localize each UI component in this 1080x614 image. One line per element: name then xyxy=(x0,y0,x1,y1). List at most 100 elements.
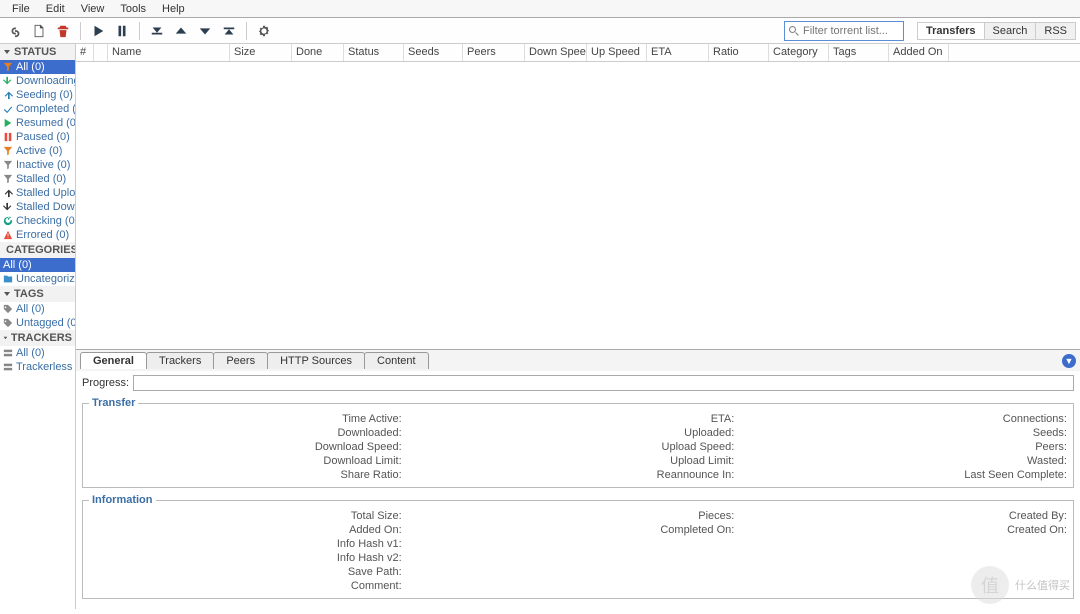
info-field-5-0: Comment: xyxy=(89,580,402,592)
sb-status-2[interactable]: Seeding (0) xyxy=(0,88,75,102)
transfer-field-3-2: Wasted: xyxy=(754,455,1067,467)
menu-view[interactable]: View xyxy=(73,1,113,17)
info-field-2-1 xyxy=(422,538,735,550)
content: #NameSizeDoneStatusSeedsPeersDown SpeedU… xyxy=(76,44,1080,609)
sb-status-6[interactable]: Active (0) xyxy=(0,144,75,158)
sb-categories-1[interactable]: Uncategorized (0) xyxy=(0,272,75,286)
detail-tab-http[interactable]: HTTP Sources xyxy=(267,352,365,369)
tab-rss[interactable]: RSS xyxy=(1035,22,1076,40)
transfer-field-0-0: Time Active: xyxy=(89,413,402,425)
col-7[interactable]: Peers xyxy=(463,44,525,61)
toolbar: Transfers Search RSS xyxy=(0,18,1080,44)
transfer-field-1-1: Uploaded: xyxy=(422,427,735,439)
transfer-field-3-1: Upload Limit: xyxy=(422,455,735,467)
sb-status-11[interactable]: Checking (0) xyxy=(0,214,75,228)
col-11[interactable]: Ratio xyxy=(709,44,769,61)
tab-transfers[interactable]: Transfers xyxy=(917,22,985,40)
detail-body: Progress: Transfer Time Active:ETA:Conne… xyxy=(76,371,1080,609)
detail-collapse-icon[interactable]: ▼ xyxy=(1062,354,1076,368)
top-priority-button[interactable] xyxy=(146,20,168,42)
info-field-0-1: Pieces: xyxy=(422,510,735,522)
sidebar: STATUSAll (0)Downloading (0)Seeding (0)C… xyxy=(0,44,76,609)
col-0[interactable]: # xyxy=(76,44,94,61)
sb-head-categories[interactable]: CATEGORIES xyxy=(0,242,75,258)
info-field-5-1 xyxy=(422,580,735,592)
sb-status-8[interactable]: Stalled (0) xyxy=(0,172,75,186)
transfer-field-4-0: Share Ratio: xyxy=(89,469,402,481)
col-4[interactable]: Done xyxy=(292,44,344,61)
filter-input[interactable] xyxy=(803,25,893,37)
info-field-0-2: Created By: xyxy=(754,510,1067,522)
transfer-field-4-2: Last Seen Complete: xyxy=(754,469,1067,481)
add-link-button[interactable] xyxy=(4,20,26,42)
table-body xyxy=(76,62,1080,349)
up-priority-button[interactable] xyxy=(170,20,192,42)
progress-bar xyxy=(133,375,1074,391)
detail-tab-general[interactable]: General xyxy=(80,352,147,369)
info-field-4-0: Save Path: xyxy=(89,566,402,578)
add-file-button[interactable] xyxy=(28,20,50,42)
col-3[interactable]: Size xyxy=(230,44,292,61)
info-field-0-0: Total Size: xyxy=(89,510,402,522)
col-12[interactable]: Category xyxy=(769,44,829,61)
col-14[interactable]: Added On xyxy=(889,44,949,61)
sb-status-10[interactable]: Stalled Downlo... xyxy=(0,200,75,214)
transfer-field-0-1: ETA: xyxy=(422,413,735,425)
sb-head-status[interactable]: STATUS xyxy=(0,44,75,60)
transfer-field-3-0: Download Limit: xyxy=(89,455,402,467)
sb-trackers-1[interactable]: Trackerless (0) xyxy=(0,360,75,374)
menu-edit[interactable]: Edit xyxy=(38,1,73,17)
col-9[interactable]: Up Speed xyxy=(587,44,647,61)
col-10[interactable]: ETA xyxy=(647,44,709,61)
col-2[interactable]: Name xyxy=(108,44,230,61)
separator xyxy=(139,22,140,40)
sb-status-5[interactable]: Paused (0) xyxy=(0,130,75,144)
detail-tab-content[interactable]: Content xyxy=(364,352,429,369)
sb-status-3[interactable]: Completed (0) xyxy=(0,102,75,116)
col-5[interactable]: Status xyxy=(344,44,404,61)
search-icon xyxy=(788,25,800,37)
transfer-legend: Transfer xyxy=(89,397,138,409)
col-1[interactable] xyxy=(94,44,108,61)
information-fieldset: Information Total Size: Pieces: Created By… xyxy=(82,494,1074,599)
delete-button[interactable] xyxy=(52,20,74,42)
info-field-1-2: Created On: xyxy=(754,524,1067,536)
detail-panel: General Trackers Peers HTTP Sources Cont… xyxy=(76,349,1080,609)
sb-head-tags[interactable]: TAGS xyxy=(0,286,75,302)
col-13[interactable]: Tags xyxy=(829,44,889,61)
transfer-field-1-0: Downloaded: xyxy=(89,427,402,439)
filter-search[interactable] xyxy=(784,21,904,41)
info-field-2-0: Info Hash v1: xyxy=(89,538,402,550)
sb-status-12[interactable]: Errored (0) xyxy=(0,228,75,242)
sb-trackers-0[interactable]: All (0) xyxy=(0,346,75,360)
sb-status-7[interactable]: Inactive (0) xyxy=(0,158,75,172)
bottom-priority-button[interactable] xyxy=(218,20,240,42)
main: STATUSAll (0)Downloading (0)Seeding (0)C… xyxy=(0,44,1080,609)
sb-status-4[interactable]: Resumed (0) xyxy=(0,116,75,130)
sb-status-1[interactable]: Downloading (0) xyxy=(0,74,75,88)
play-button[interactable] xyxy=(87,20,109,42)
progress-label: Progress: xyxy=(82,377,129,389)
sb-tags-1[interactable]: Untagged (0) xyxy=(0,316,75,330)
sb-status-9[interactable]: Stalled Uploadi... xyxy=(0,186,75,200)
tab-search[interactable]: Search xyxy=(984,22,1037,40)
col-6[interactable]: Seeds xyxy=(404,44,463,61)
sb-tags-0[interactable]: All (0) xyxy=(0,302,75,316)
detail-tab-trackers[interactable]: Trackers xyxy=(146,352,214,369)
transfer-field-4-1: Reannounce In: xyxy=(422,469,735,481)
transfer-field-2-0: Download Speed: xyxy=(89,441,402,453)
pause-button[interactable] xyxy=(111,20,133,42)
sb-categories-0[interactable]: All (0) xyxy=(0,258,75,272)
menu-tools[interactable]: Tools xyxy=(112,1,154,17)
top-tabs: Transfers Search RSS xyxy=(918,22,1076,40)
information-legend: Information xyxy=(89,494,156,506)
sb-status-0[interactable]: All (0) xyxy=(0,60,75,74)
col-8[interactable]: Down Speed xyxy=(525,44,587,61)
sb-head-trackers[interactable]: TRACKERS xyxy=(0,330,75,346)
detail-tab-peers[interactable]: Peers xyxy=(213,352,268,369)
menu-file[interactable]: File xyxy=(4,1,38,17)
table-header: # NameSizeDoneStatusSeedsPeersDown SpeedU… xyxy=(76,44,1080,62)
menu-help[interactable]: Help xyxy=(154,1,193,17)
settings-button[interactable] xyxy=(253,20,275,42)
down-priority-button[interactable] xyxy=(194,20,216,42)
